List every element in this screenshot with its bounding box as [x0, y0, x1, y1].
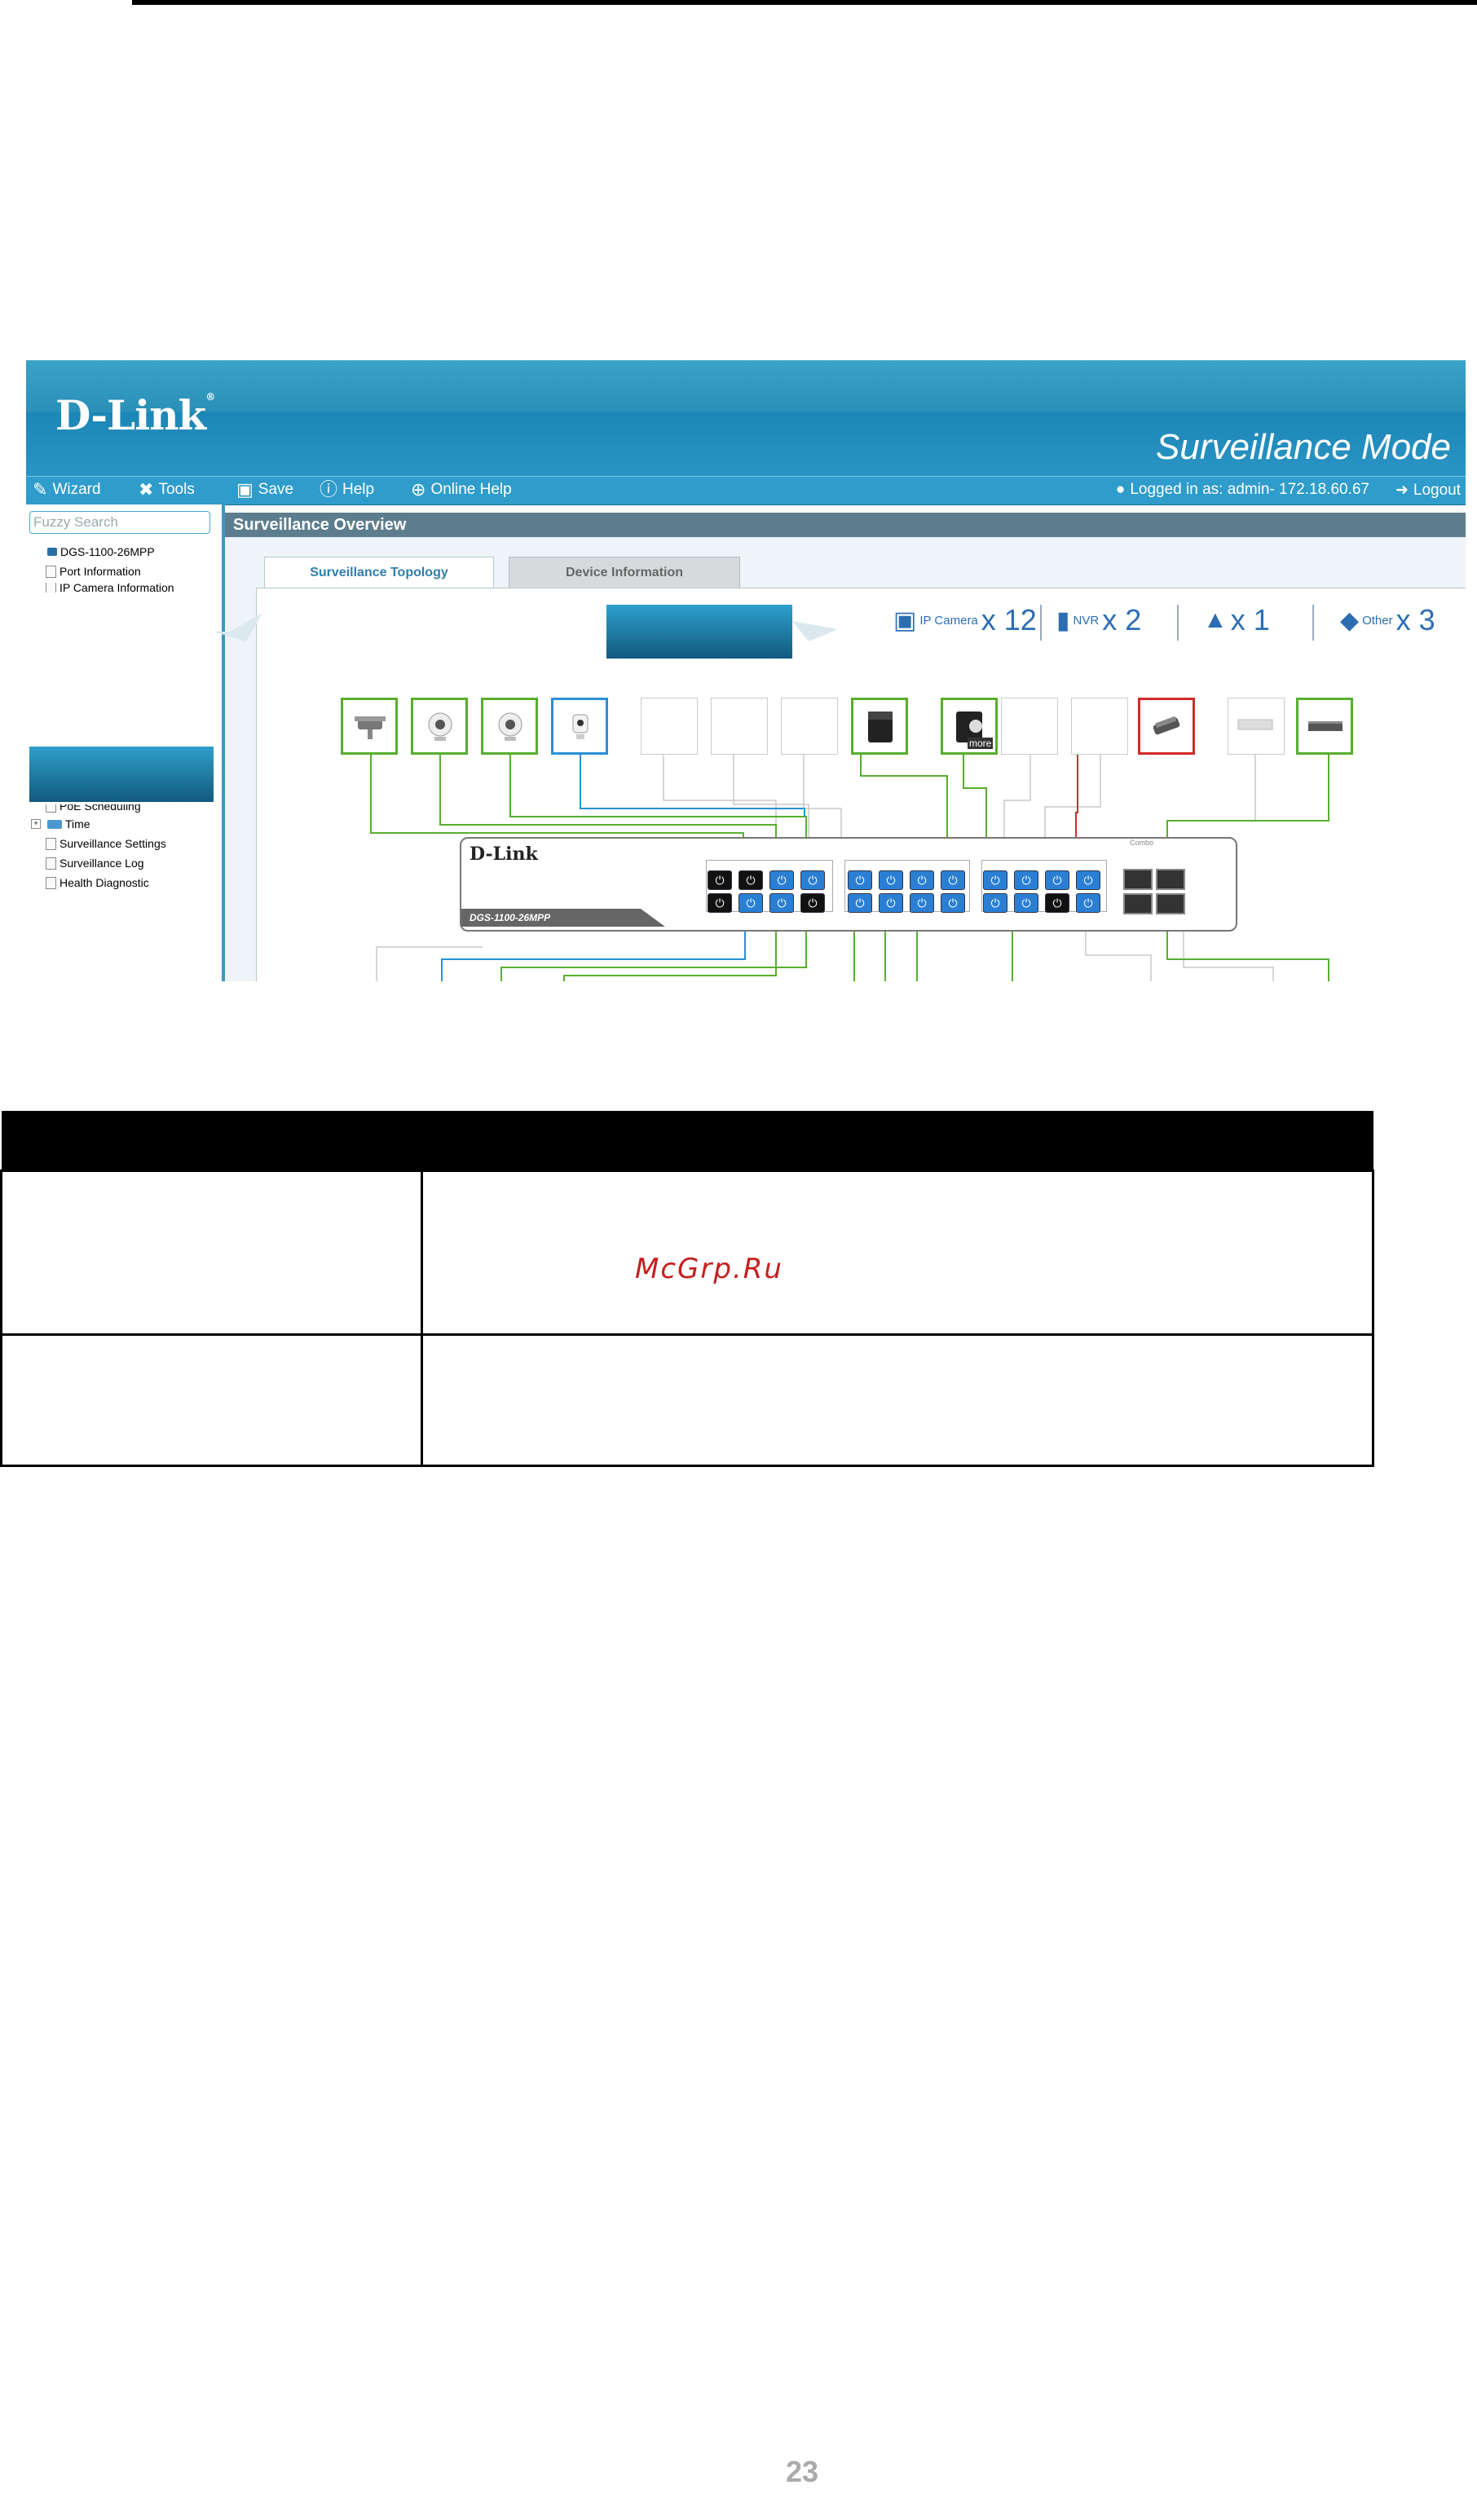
- switch-model: DGS-1100-26MPP: [461, 909, 665, 927]
- device-slot-empty: [1001, 698, 1058, 755]
- ip-camera-icon: ▣: [893, 606, 917, 634]
- nvr-count: ▮ NVR x 2: [1056, 603, 1142, 637]
- switch-icon: [1308, 721, 1343, 731]
- switch-port[interactable]: ⏻: [848, 870, 872, 890]
- sfp-port[interactable]: [1123, 869, 1153, 890]
- switch-port[interactable]: ⏻: [910, 893, 934, 913]
- switch-port[interactable]: ⏻: [879, 893, 903, 913]
- sfp-port[interactable]: [1156, 869, 1185, 890]
- cube-camera-icon: [498, 712, 522, 741]
- switch-port[interactable]: ⏻: [800, 870, 825, 890]
- nvr-icon: ▮: [1056, 606, 1070, 634]
- device-slot-empty: [781, 698, 838, 755]
- device-switch[interactable]: [1296, 698, 1353, 755]
- switch-port[interactable]: ⏻: [1014, 870, 1038, 890]
- device-slot-empty: [641, 698, 698, 755]
- switch-port[interactable]: ⏻: [1014, 893, 1038, 913]
- switch-port[interactable]: ⏻: [800, 893, 825, 913]
- table-row: [0, 1333, 1374, 1467]
- device-slot-empty: [711, 698, 768, 755]
- switch-port[interactable]: ⏻: [941, 893, 965, 913]
- switch-port[interactable]: ⏻: [1045, 893, 1069, 913]
- bullet-camera-icon: [1153, 716, 1180, 735]
- sfp-port[interactable]: [1123, 893, 1153, 914]
- switch-port[interactable]: ⏻: [1076, 893, 1100, 913]
- cube-camera-icon: [428, 712, 452, 741]
- switch-port[interactable]: ⏻: [879, 870, 903, 890]
- device-cube-camera-2[interactable]: [481, 698, 538, 755]
- warning-icon: ▲: [1203, 606, 1228, 633]
- switch-icon: [1237, 719, 1273, 730]
- combo-label: Combo: [1130, 839, 1154, 847]
- switch-port[interactable]: ⏻: [738, 893, 763, 913]
- device-mini-camera[interactable]: [551, 698, 608, 755]
- alert-count: ▲ x 1: [1203, 603, 1270, 637]
- callout-box: [606, 605, 792, 659]
- switch-port[interactable]: ⏻: [738, 870, 763, 890]
- other-count: ◆ Other x 3: [1340, 603, 1435, 637]
- switch-port[interactable]: ⏻: [1045, 870, 1069, 890]
- parameter-table: McGrp.Ru: [0, 1111, 1374, 1467]
- more-label[interactable]: more: [968, 738, 994, 749]
- switch-port[interactable]: ⏻: [708, 870, 732, 890]
- switch-port[interactable]: ⏻: [848, 893, 872, 913]
- mini-camera-icon: [572, 714, 589, 739]
- device-switch-idle[interactable]: [1228, 698, 1285, 755]
- device-bullet-camera[interactable]: [341, 698, 398, 755]
- ip-camera-count: ▣ IP Camera x 12: [893, 603, 1037, 637]
- device-camera-alert[interactable]: [1138, 698, 1195, 755]
- bullet-camera-icon: [355, 716, 386, 739]
- nvr-icon: [868, 712, 893, 742]
- device-nvr-2[interactable]: more: [941, 698, 998, 755]
- switch-port[interactable]: ⏻: [1076, 870, 1100, 890]
- top-rule: [132, 0, 1477, 5]
- switch-port[interactable]: ⏻: [941, 870, 965, 890]
- other-device-icon: ◆: [1340, 606, 1360, 634]
- sfp-port[interactable]: [1156, 893, 1185, 914]
- device-slot-empty: [1071, 698, 1128, 755]
- switch-logo: D-Link: [470, 844, 538, 865]
- surveillance-screenshot: D-Link® Surveillance Mode ✎ Wizard ✖ Too…: [26, 360, 1466, 981]
- device-nvr-1[interactable]: [851, 698, 908, 755]
- switch-port[interactable]: ⏻: [769, 893, 794, 913]
- switch-port[interactable]: ⏻: [983, 870, 1007, 890]
- switch-port[interactable]: ⏻: [708, 893, 732, 913]
- table-row: McGrp.Ru: [0, 1170, 1374, 1336]
- switch-port[interactable]: ⏻: [910, 870, 934, 890]
- page-number: 23: [786, 2455, 819, 2488]
- device-cube-camera-1[interactable]: [411, 698, 468, 755]
- watermark: McGrp.Ru: [635, 1253, 783, 1285]
- switch-port[interactable]: ⏻: [769, 870, 794, 890]
- switch-port[interactable]: ⏻: [983, 893, 1007, 913]
